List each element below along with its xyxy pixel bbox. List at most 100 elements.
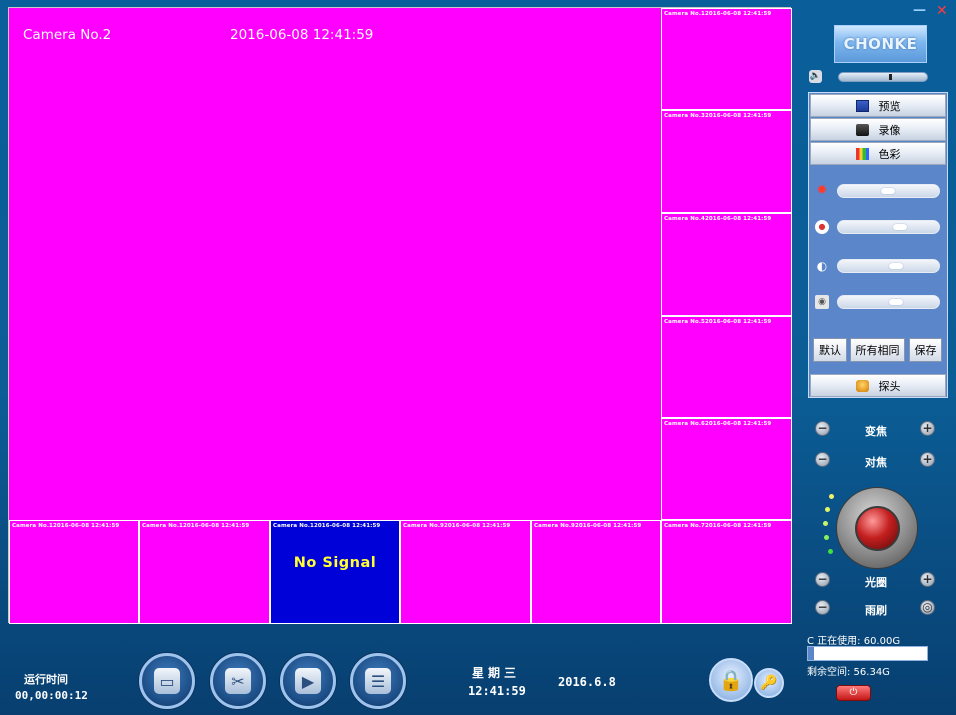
main-camera-timestamp: 2016-06-08 12:41:59: [230, 27, 374, 43]
saturation-slider[interactable]: [837, 259, 940, 273]
disk-usage-bar: [807, 646, 928, 661]
camera-tile[interactable]: Camera No.92016-06-08 12:41:59: [531, 520, 661, 624]
clapperboard-icon: [855, 123, 869, 136]
camera-tile[interactable]: Camera No.12016-06-08 12:41:59: [9, 520, 139, 624]
speed-indicator-dot[interactable]: [828, 549, 833, 554]
apply-all-button[interactable]: 所有相同: [850, 338, 905, 362]
volume-slider[interactable]: [838, 72, 928, 82]
lock-icon: 🔒: [718, 668, 744, 692]
lock-button[interactable]: 🔒: [709, 658, 753, 702]
speed-indicator-dot[interactable]: [823, 521, 828, 526]
contrast-icon: ●: [815, 220, 829, 234]
key-button[interactable]: 🔑: [754, 668, 784, 698]
playback-button[interactable]: ▶: [280, 653, 336, 709]
camera-tile[interactable]: Camera No.62016-06-08 12:41:59: [661, 418, 792, 520]
preview-button[interactable]: 预览: [810, 94, 946, 117]
contrast-row: ●: [815, 219, 943, 237]
power-button[interactable]: ⏻: [836, 685, 871, 701]
tools-icon: ✂: [225, 668, 251, 694]
settings-button[interactable]: ✂: [210, 653, 266, 709]
minus-icon: −: [817, 600, 828, 614]
log-button[interactable]: ☰: [350, 653, 406, 709]
ptz-joystick[interactable]: [836, 487, 918, 569]
runtime-title: 运行时间: [24, 673, 68, 686]
minimize-button[interactable]: —: [913, 3, 926, 18]
focus-near-button[interactable]: −: [815, 452, 830, 467]
log-icon: ☰: [365, 668, 391, 694]
camera-tile[interactable]: Camera No.32016-06-08 12:41:59: [661, 110, 792, 213]
key-icon: 🔑: [760, 675, 778, 691]
camera-tile[interactable]: Camera No.12016-06-08 12:41:59: [139, 520, 270, 624]
brand-logo: CHONKE: [834, 25, 927, 63]
plus-icon: +: [922, 572, 933, 586]
main-camera-view[interactable]: Camera No.2 2016-06-08 12:41:59: [9, 8, 661, 520]
speed-indicator-dot[interactable]: [825, 507, 830, 512]
power-icon: ⏻: [849, 687, 858, 698]
ptz-button[interactable]: 探头: [810, 374, 946, 397]
camera-tile-label: Camera No.92016-06-08 12:41:59: [534, 523, 642, 529]
main-camera-name: Camera No.2: [23, 27, 112, 43]
default-button[interactable]: 默认: [813, 338, 847, 362]
camera-tile[interactable]: Camera No.52016-06-08 12:41:59: [661, 316, 792, 418]
close-button[interactable]: ✕: [936, 3, 948, 19]
focus-far-button[interactable]: +: [920, 452, 935, 467]
contrast-slider-thumb[interactable]: [893, 224, 907, 230]
control-panel: 预览 录像 色彩 ✹ ● ◐ ◉ 默认 所有相同 保存 探头: [808, 92, 948, 398]
zoom-in-button[interactable]: +: [920, 421, 935, 436]
wiper-off-button[interactable]: −: [815, 600, 830, 615]
camera-tile-label: Camera No.12016-06-08 12:41:59: [664, 11, 772, 17]
runtime-value: 00,00:00:12: [15, 689, 88, 702]
camera-tile-label: Camera No.32016-06-08 12:41:59: [664, 113, 772, 119]
brightness-slider-thumb[interactable]: [881, 188, 895, 194]
volume-icon[interactable]: 🔈: [809, 70, 822, 83]
wiper-icon: ◎: [922, 600, 933, 614]
brightness-icon: ✹: [816, 183, 828, 198]
camera-tile[interactable]: Camera No.42016-06-08 12:41:59: [661, 213, 792, 316]
record-button-label: 录像: [878, 123, 901, 137]
speed-indicator-dot[interactable]: [829, 494, 834, 499]
save-button[interactable]: 保存: [909, 338, 942, 362]
plus-icon: +: [922, 421, 933, 435]
iris-label: 光圈: [865, 576, 887, 589]
color-button[interactable]: 色彩: [810, 142, 946, 165]
minus-icon: −: [817, 452, 828, 466]
contrast-slider[interactable]: [837, 220, 940, 234]
monitor-icon: ▭: [154, 668, 180, 694]
camera-tile-label: Camera No.52016-06-08 12:41:59: [664, 319, 772, 325]
hue-slider[interactable]: [837, 295, 940, 309]
monitor-icon: [855, 99, 869, 112]
volume-slider-thumb[interactable]: [889, 74, 892, 80]
monitor-button[interactable]: ▭: [139, 653, 195, 709]
disk-usage-label: C 正在使用: 60.00G: [807, 636, 901, 647]
camera-tile-label: Camera No.12016-06-08 12:41:59: [12, 523, 120, 529]
preview-button-label: 预览: [878, 99, 901, 113]
camera-probe-icon: [855, 379, 869, 392]
wiper-on-button[interactable]: ◎: [920, 600, 935, 615]
joystick-knob[interactable]: [855, 506, 900, 551]
speed-indicator-dot[interactable]: [824, 535, 829, 540]
hue-slider-thumb[interactable]: [889, 299, 903, 305]
saturation-slider-thumb[interactable]: [889, 263, 903, 269]
iris-close-button[interactable]: −: [815, 572, 830, 587]
camera-tile[interactable]: Camera No.12016-06-08 12:41:59: [661, 8, 792, 110]
minus-icon: −: [817, 421, 828, 435]
minus-icon: −: [817, 572, 828, 586]
zoom-out-button[interactable]: −: [815, 421, 830, 436]
plus-icon: +: [922, 452, 933, 466]
brightness-slider[interactable]: [837, 184, 940, 198]
camera-tile-label: Camera No.42016-06-08 12:41:59: [664, 216, 772, 222]
camera-tile-label: Camera No.12016-06-08 12:41:59: [273, 523, 381, 529]
camera-tile-label: Camera No.92016-06-08 12:41:59: [403, 523, 511, 529]
iris-open-button[interactable]: +: [920, 572, 935, 587]
record-button[interactable]: 录像: [810, 118, 946, 141]
camera-tile-no-signal[interactable]: Camera No.12016-06-08 12:41:59 No Signal: [270, 520, 400, 624]
video-grid: Camera No.2 2016-06-08 12:41:59 Camera N…: [8, 7, 792, 624]
camera-tile[interactable]: Camera No.72016-06-08 12:41:59: [661, 520, 792, 624]
current-date: 2016.6.8: [558, 675, 616, 689]
focus-label: 对焦: [865, 456, 887, 469]
color-palette-icon: [855, 147, 869, 160]
no-signal-text: No Signal: [293, 555, 377, 571]
camera-tile[interactable]: Camera No.92016-06-08 12:41:59: [400, 520, 531, 624]
disk-free-label: 剩余空间: 56.34G: [807, 667, 890, 678]
saturation-row: ◐: [815, 258, 943, 276]
